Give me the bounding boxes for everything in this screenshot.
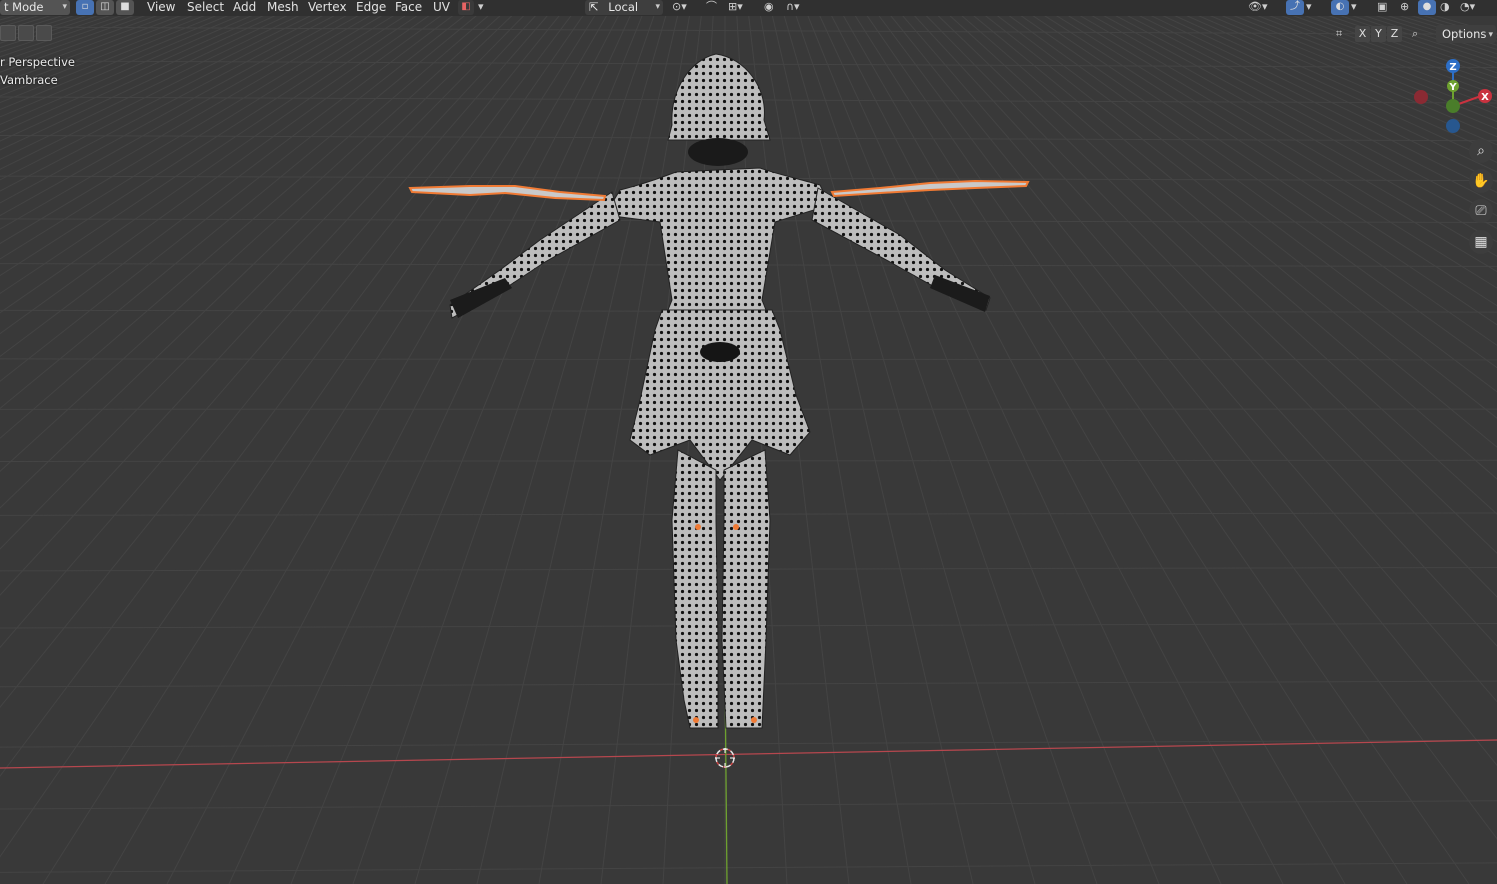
select-extend-icon[interactable] [18,25,34,41]
gizmo-toggle-icon[interactable]: ⤴ [1286,0,1304,15]
selected-vertex [733,524,739,530]
uv-sync-icon[interactable]: ◧ [458,0,474,15]
select-subtract-icon[interactable] [36,25,52,41]
hand-pan-icon[interactable]: ✋ [1469,169,1493,193]
snap-increment-icon[interactable]: ⊞▾ [728,0,743,15]
wireframe-shading-icon[interactable]: ⊕ [1400,0,1409,15]
chevron-down-icon: ▾ [1488,30,1493,40]
menu-uv[interactable]: UV [433,0,450,16]
visibility-eye-icon[interactable]: 👁▾ [1248,0,1268,15]
selected-vambrace-left[interactable] [408,185,607,202]
viewport-canvas[interactable]: Z X Y [0,0,1497,884]
belt-buckle [700,342,740,362]
options-dropdown[interactable]: Options ▾ [1436,25,1496,43]
edge-select-button[interactable]: ◫ [96,0,114,15]
face-select-button[interactable]: ■ [116,0,134,15]
torso [604,167,831,321]
mirror-icon[interactable]: ⌗ [1336,27,1342,42]
menu-vertex[interactable]: Vertex [308,0,347,16]
chevron-down-icon: ▾ [655,2,660,12]
menu-add[interactable]: Add [233,0,256,16]
skirt [629,309,811,481]
object-name-label: Vambrace [0,73,58,87]
chevron-down-icon: ▾ [62,2,67,12]
gizmo-neg-z[interactable] [1446,119,1460,133]
selected-vambrace-right[interactable] [830,179,1030,198]
mirror-x-button[interactable]: X [1355,26,1370,42]
proportional-edit-icon[interactable]: ◉ [764,0,774,15]
mirror-y-button[interactable]: Y [1371,26,1386,42]
transform-orientation-dropdown[interactable]: ⇱ Local ▾ [585,0,663,15]
vertex-select-button[interactable]: ▫ [76,0,94,15]
overlay-toggle-icon[interactable]: ◐ [1331,0,1349,15]
face-shadow [688,138,748,166]
menu-face[interactable]: Face [395,0,422,16]
solid-shading-icon[interactable]: ● [1418,0,1436,15]
svg-text:X: X [1481,92,1489,103]
falloff-curve-icon[interactable]: ∩▾ [786,0,800,15]
chevron-down-icon[interactable]: ▾ [1351,0,1357,15]
view-name-label: r Perspective [0,55,75,69]
rendered-shading-icon[interactable]: ◔▾ [1460,0,1475,15]
x-axis-line [0,739,1497,769]
mode-dropdown[interactable]: t Mode ▾ [0,0,70,15]
material-shading-icon[interactable]: ◑ [1440,0,1450,15]
menu-view[interactable]: View [147,0,175,16]
pivot-icon[interactable]: ⊙▾ [672,0,687,15]
gizmo-neg-x[interactable] [1414,90,1428,104]
svg-text:Y: Y [1448,82,1457,93]
selected-vertex [751,717,757,723]
zoom-icon[interactable]: ⌕ [1469,139,1493,163]
mode-label: t Mode [4,0,44,14]
snap-magnet-icon[interactable]: ⌒ [706,0,717,15]
viewport-header: t Mode ▾ ▫ ◫ ■ View Select Add Mesh Vert… [0,0,1497,16]
menu-mesh[interactable]: Mesh [267,0,299,16]
camera-icon[interactable]: ⎚ [1469,199,1493,223]
menu-select[interactable]: Select [187,0,224,16]
options-label: Options [1442,27,1487,41]
orientation-label: Local [608,0,639,14]
svg-text:Z: Z [1449,62,1456,73]
orientation-icon: ⇱ [589,0,599,14]
chevron-down-icon[interactable]: ▾ [1306,0,1312,15]
3d-viewport[interactable]: Z X Y [0,0,1497,884]
mirror-z-button[interactable]: Z [1387,26,1402,42]
xray-toggle-icon[interactable]: ▣ [1377,0,1387,15]
selected-vertex [693,717,699,723]
menu-edge[interactable]: Edge [356,0,386,16]
gizmo-neg-y[interactable] [1446,99,1460,113]
right-leg [721,449,771,729]
grid-ortho-icon[interactable]: ▦ [1469,230,1493,254]
auto-merge-icon[interactable]: ⌕ [1412,27,1418,42]
select-new-icon[interactable] [0,25,16,41]
chevron-down-icon[interactable]: ▾ [478,0,484,15]
selected-vertex [695,524,701,530]
left-leg [671,449,719,729]
